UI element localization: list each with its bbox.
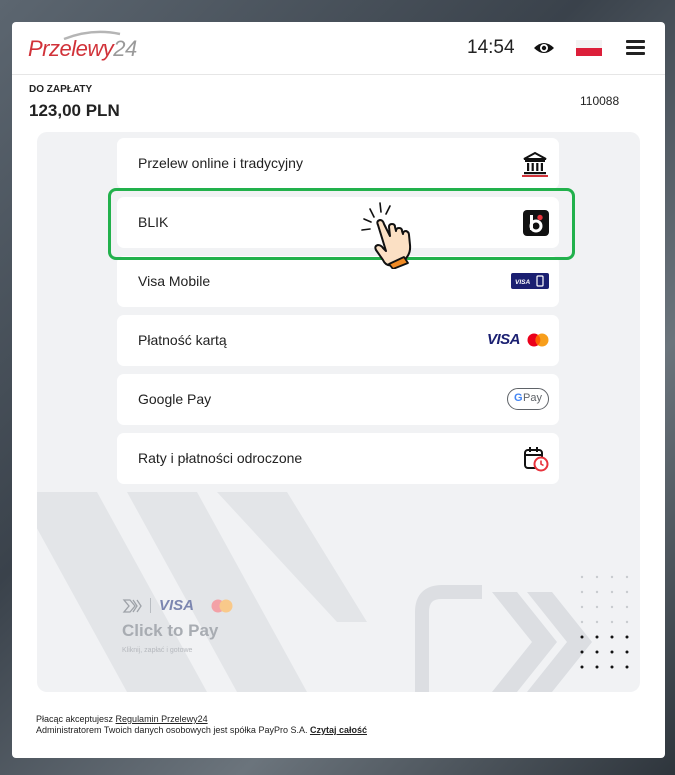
polish-flag-icon[interactable] — [576, 40, 602, 56]
method-label: Google Pay — [138, 391, 212, 407]
eye-icon[interactable] — [533, 39, 555, 57]
logo-text-main: Przelewy — [28, 36, 114, 61]
visa-wordmark: VISA — [487, 331, 521, 348]
method-google-pay[interactable]: Google Pay G Pay — [117, 374, 559, 425]
click-to-pay-icon — [122, 599, 142, 613]
click-to-pay-logos: VISA — [122, 596, 252, 616]
order-id: 110088 — [580, 94, 620, 108]
footer-legal: Płacąc akceptujesz Regulamin Przelewy24 … — [36, 714, 367, 736]
pointing-hand-cursor-icon — [361, 202, 412, 269]
method-label: Raty i płatności odroczone — [138, 450, 303, 466]
footer-terms-prefix: Płacąc akceptujesz — [36, 714, 116, 724]
method-visa-mobile[interactable]: Visa Mobile VISA — [117, 256, 559, 307]
przelewy24-logo[interactable]: Przelewy24 — [28, 36, 137, 62]
ctp-visa-wordmark: VISA — [159, 597, 195, 614]
background-chevrons-decoration — [37, 492, 592, 692]
gpay-text: Pay — [523, 392, 542, 404]
dot-grid-decoration — [580, 575, 629, 669]
blik-highlight-frame — [108, 188, 575, 260]
method-bank-transfer[interactable]: Przelew online i tradycyjny — [117, 138, 559, 189]
svg-text:VISA: VISA — [515, 279, 530, 286]
mastercard-icon — [527, 333, 549, 347]
click-to-pay-subtitle: Kliknij, zapłać i gotowe — [122, 647, 193, 654]
amount-label: DO ZAPŁATY — [29, 84, 93, 95]
method-label: Visa Mobile — [138, 273, 211, 289]
method-installments[interactable]: Raty i płatności odroczone — [117, 433, 559, 484]
google-pay-icon: G Pay — [507, 388, 549, 410]
session-timer: 14:54 — [467, 37, 515, 58]
calendar-clock-icon — [524, 447, 549, 472]
method-card-payment[interactable]: Płatność kartą VISA — [117, 315, 559, 366]
terms-link[interactable]: Regulamin Przelewy24 — [116, 714, 208, 724]
privacy-read-more-link[interactable]: Czytaj całość — [310, 725, 367, 735]
payment-card: Przelewy24 14:54 DO ZAPŁATY 123,00 PLN 1… — [12, 22, 665, 758]
ctp-mastercard-icon — [211, 599, 233, 613]
visa-mobile-icon: VISA — [511, 273, 549, 289]
click-to-pay-title: Click to Pay — [122, 621, 219, 640]
method-label: Płatność kartą — [138, 332, 227, 348]
method-label: Przelew online i tradycyjny — [138, 155, 303, 171]
logo-text-num: 24 — [113, 36, 137, 61]
bank-icon — [522, 151, 548, 177]
footer-privacy-prefix: Administratorem Twoich danych osobowych … — [36, 725, 310, 735]
top-bar: Przelewy24 14:54 — [12, 22, 665, 75]
visa-mastercard-icon: VISA — [487, 331, 549, 349]
gpay-g: G — [514, 392, 523, 404]
hamburger-menu-icon[interactable] — [626, 40, 645, 55]
amount-value: 123,00 PLN — [29, 101, 120, 120]
